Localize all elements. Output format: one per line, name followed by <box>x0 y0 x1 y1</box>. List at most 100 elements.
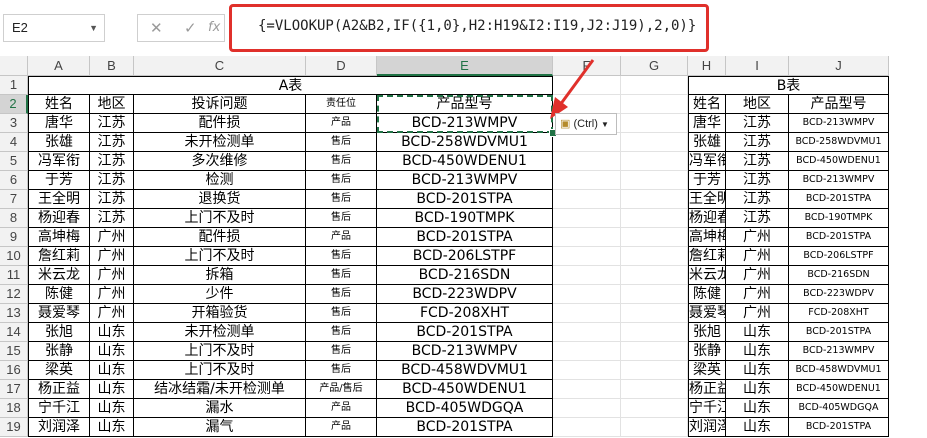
row-header-3[interactable]: 3 <box>0 114 28 133</box>
paste-options-button[interactable]: ▣ (Ctrl) ▼ <box>555 113 617 135</box>
empty-cell[interactable] <box>553 418 621 437</box>
table-a-cell[interactable]: BCD-201STPA <box>377 228 553 247</box>
row-header-13[interactable]: 13 <box>0 304 28 323</box>
table-a-cell[interactable]: 江苏 <box>90 114 134 133</box>
table-b-cell[interactable]: BCD-258WDVMU1 <box>789 133 889 152</box>
table-a-cell[interactable]: BCD-223WDPV <box>377 285 553 304</box>
empty-cell[interactable] <box>621 228 688 247</box>
table-a-cell[interactable]: 产品 <box>306 114 377 133</box>
table-b-cell[interactable]: 王全明 <box>688 190 726 209</box>
table-a-cell[interactable]: 漏气 <box>134 418 306 437</box>
table-b-title[interactable]: B表 <box>688 76 889 95</box>
table-b-cell[interactable]: 山东 <box>726 342 789 361</box>
empty-cell[interactable] <box>553 323 621 342</box>
empty-cell[interactable] <box>621 133 688 152</box>
table-a-cell[interactable]: 售后 <box>306 171 377 190</box>
table-b-cell[interactable]: BCD-450WDENU1 <box>789 152 889 171</box>
empty-cell[interactable] <box>621 190 688 209</box>
table-b-cell[interactable]: 山东 <box>726 380 789 399</box>
table-a-cell[interactable]: 山东 <box>90 399 134 418</box>
table-b-cell[interactable]: 江苏 <box>726 171 789 190</box>
table-b-header-cell[interactable]: 产品型号 <box>789 95 889 114</box>
table-b-cell[interactable]: 于芳 <box>688 171 726 190</box>
table-a-cell[interactable]: 上门不及时 <box>134 361 306 380</box>
table-a-cell[interactable]: 上门不及时 <box>134 247 306 266</box>
row-header-4[interactable]: 4 <box>0 133 28 152</box>
row-header-15[interactable]: 15 <box>0 342 28 361</box>
table-b-cell[interactable]: 张雄 <box>688 133 726 152</box>
table-b-cell[interactable]: 詹红莉 <box>688 247 726 266</box>
empty-cell[interactable] <box>553 266 621 285</box>
table-b-header-cell[interactable]: 地区 <box>726 95 789 114</box>
table-a-cell[interactable]: 开箱验货 <box>134 304 306 323</box>
table-a-cell[interactable]: 未开检测单 <box>134 323 306 342</box>
table-a-cell[interactable]: 售后 <box>306 190 377 209</box>
empty-cell[interactable] <box>621 171 688 190</box>
empty-cell[interactable] <box>553 190 621 209</box>
table-b-cell[interactable]: 山东 <box>726 418 789 437</box>
table-b-cell[interactable]: BCD-458WDVMU1 <box>789 361 889 380</box>
table-b-cell[interactable]: 山东 <box>726 399 789 418</box>
table-b-cell[interactable]: 广州 <box>726 285 789 304</box>
row-header-17[interactable]: 17 <box>0 380 28 399</box>
column-header-b[interactable]: B <box>90 56 134 76</box>
table-b-cell[interactable]: BCD-201STPA <box>789 228 889 247</box>
table-a-cell[interactable]: 售后 <box>306 247 377 266</box>
table-a-cell[interactable]: 梁英 <box>28 361 90 380</box>
name-box[interactable]: E2 ▼ <box>3 14 105 42</box>
table-b-cell[interactable]: 广州 <box>726 228 789 247</box>
table-b-cell[interactable]: BCD-190TMPK <box>789 209 889 228</box>
table-a-cell[interactable]: 江苏 <box>90 133 134 152</box>
table-a-cell[interactable]: 配件损 <box>134 228 306 247</box>
table-a-cell[interactable]: 张旭 <box>28 323 90 342</box>
empty-cell[interactable] <box>621 247 688 266</box>
empty-cell[interactable] <box>621 342 688 361</box>
table-a-cell[interactable]: 广州 <box>90 266 134 285</box>
table-a-cell[interactable]: 山东 <box>90 323 134 342</box>
table-b-cell[interactable]: BCD-213WMPV <box>789 114 889 133</box>
empty-cell[interactable] <box>621 209 688 228</box>
table-a-cell[interactable]: 米云龙 <box>28 266 90 285</box>
table-b-cell[interactable]: BCD-223WDPV <box>789 285 889 304</box>
confirm-icon[interactable]: ✓ <box>184 15 197 41</box>
table-a-cell[interactable]: 山东 <box>90 418 134 437</box>
table-a-cell[interactable]: BCD-258WDVMU1 <box>377 133 553 152</box>
table-a-cell[interactable]: 广州 <box>90 228 134 247</box>
chevron-down-icon[interactable]: ▼ <box>89 15 98 41</box>
table-b-cell[interactable]: 刘润泽 <box>688 418 726 437</box>
empty-cell[interactable] <box>553 399 621 418</box>
table-a-cell[interactable]: 拆箱 <box>134 266 306 285</box>
table-b-cell[interactable]: 梁英 <box>688 361 726 380</box>
table-a-cell[interactable]: 产品/售后 <box>306 380 377 399</box>
row-header-10[interactable]: 10 <box>0 247 28 266</box>
table-b-cell[interactable]: 杨正益 <box>688 380 726 399</box>
column-header-i[interactable]: I <box>726 56 789 76</box>
table-a-header-cell[interactable]: 投诉问题 <box>134 95 306 114</box>
empty-cell[interactable] <box>621 304 688 323</box>
table-a-cell[interactable]: 售后 <box>306 323 377 342</box>
table-b-cell[interactable]: 广州 <box>726 247 789 266</box>
table-b-cell[interactable]: 唐华 <box>688 114 726 133</box>
empty-cell[interactable] <box>553 209 621 228</box>
table-a-cell[interactable]: 漏水 <box>134 399 306 418</box>
table-a-cell[interactable]: BCD-201STPA <box>377 418 553 437</box>
table-a-cell[interactable]: 售后 <box>306 266 377 285</box>
cancel-icon[interactable]: ✕ <box>150 15 163 41</box>
row-header-14[interactable]: 14 <box>0 323 28 342</box>
table-b-cell[interactable]: 江苏 <box>726 209 789 228</box>
column-header-c[interactable]: C <box>134 56 306 76</box>
empty-cell[interactable] <box>621 285 688 304</box>
table-a-cell[interactable]: 唐华 <box>28 114 90 133</box>
table-b-cell[interactable]: 山东 <box>726 323 789 342</box>
row-header-6[interactable]: 6 <box>0 171 28 190</box>
empty-cell[interactable] <box>553 342 621 361</box>
table-a-title[interactable]: A表 <box>28 76 553 95</box>
table-b-cell[interactable]: 广州 <box>726 304 789 323</box>
table-a-cell[interactable]: 于芳 <box>28 171 90 190</box>
table-b-cell[interactable]: BCD-206LSTPF <box>789 247 889 266</box>
table-a-cell[interactable]: BCD-213WMPV <box>377 171 553 190</box>
select-all-corner[interactable] <box>0 56 28 76</box>
table-a-cell[interactable]: 售后 <box>306 152 377 171</box>
table-a-cell[interactable]: 刘润泽 <box>28 418 90 437</box>
table-a-cell[interactable]: BCD-450WDENU1 <box>377 152 553 171</box>
